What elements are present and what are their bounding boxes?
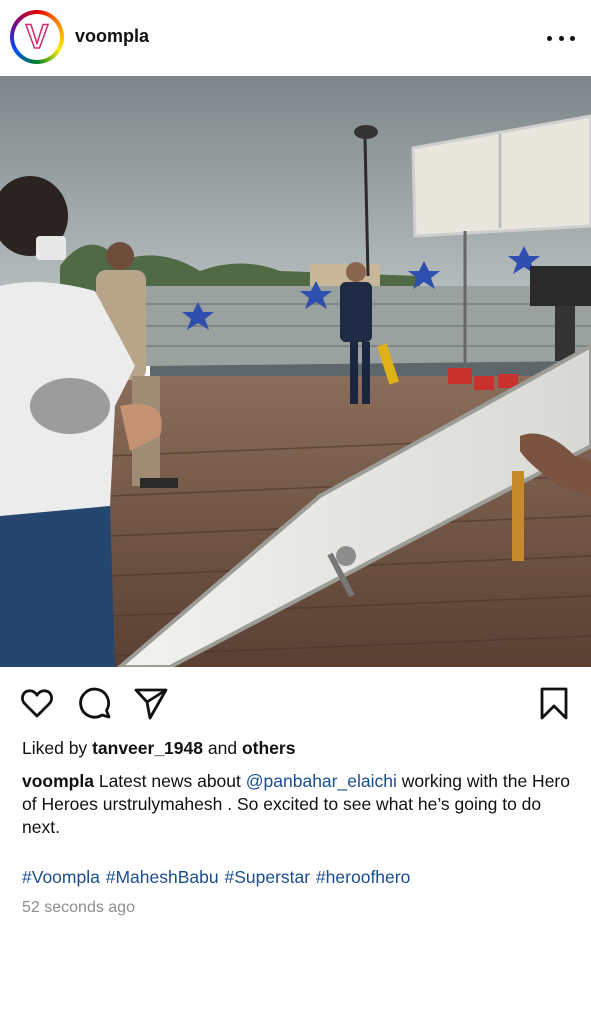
more-dot	[547, 35, 552, 41]
post-header: V voompla	[0, 0, 591, 76]
avatar-letter: V	[25, 18, 49, 56]
likes-others[interactable]: others	[242, 738, 295, 758]
post-caption: voompla Latest news about @panbahar_elai…	[22, 770, 574, 839]
avatar[interactable]: V	[10, 10, 64, 64]
paper-plane-icon[interactable]	[133, 685, 169, 721]
hashtag-list: #Voompla #MaheshBabu #Superstar #heroofh…	[22, 867, 410, 888]
likes-middle: and	[207, 738, 238, 758]
post-timestamp: 52 seconds ago	[22, 899, 135, 916]
hashtag-link[interactable]: #Superstar	[224, 867, 310, 887]
likes-prefix: Liked by	[22, 738, 88, 758]
heart-icon[interactable]	[19, 685, 55, 721]
hashtag-link[interactable]: #heroofhero	[316, 867, 410, 887]
more-options-button[interactable]	[547, 28, 575, 48]
film-set-photo	[0, 76, 591, 667]
post-photo[interactable]	[0, 76, 591, 667]
bookmark-icon[interactable]	[536, 685, 572, 721]
hashtag-link[interactable]: #Voompla	[22, 867, 100, 887]
likes-summary: Liked by tanveer_1948 and others	[22, 738, 295, 759]
caption-username[interactable]: voompla	[22, 771, 94, 791]
hashtag-link[interactable]: #MaheshBabu	[106, 867, 219, 887]
avatar-inner: V	[14, 14, 60, 60]
caption-text-before: Latest news about	[98, 771, 241, 791]
liker-username[interactable]: tanveer_1948	[92, 738, 203, 758]
caption-mention[interactable]: @panbahar_elaichi	[246, 771, 397, 791]
post-username[interactable]: voompla	[75, 26, 149, 47]
post-actions-bar	[0, 667, 591, 737]
more-dot	[558, 35, 564, 41]
comment-bubble-icon[interactable]	[76, 685, 112, 721]
more-dot	[570, 35, 575, 41]
